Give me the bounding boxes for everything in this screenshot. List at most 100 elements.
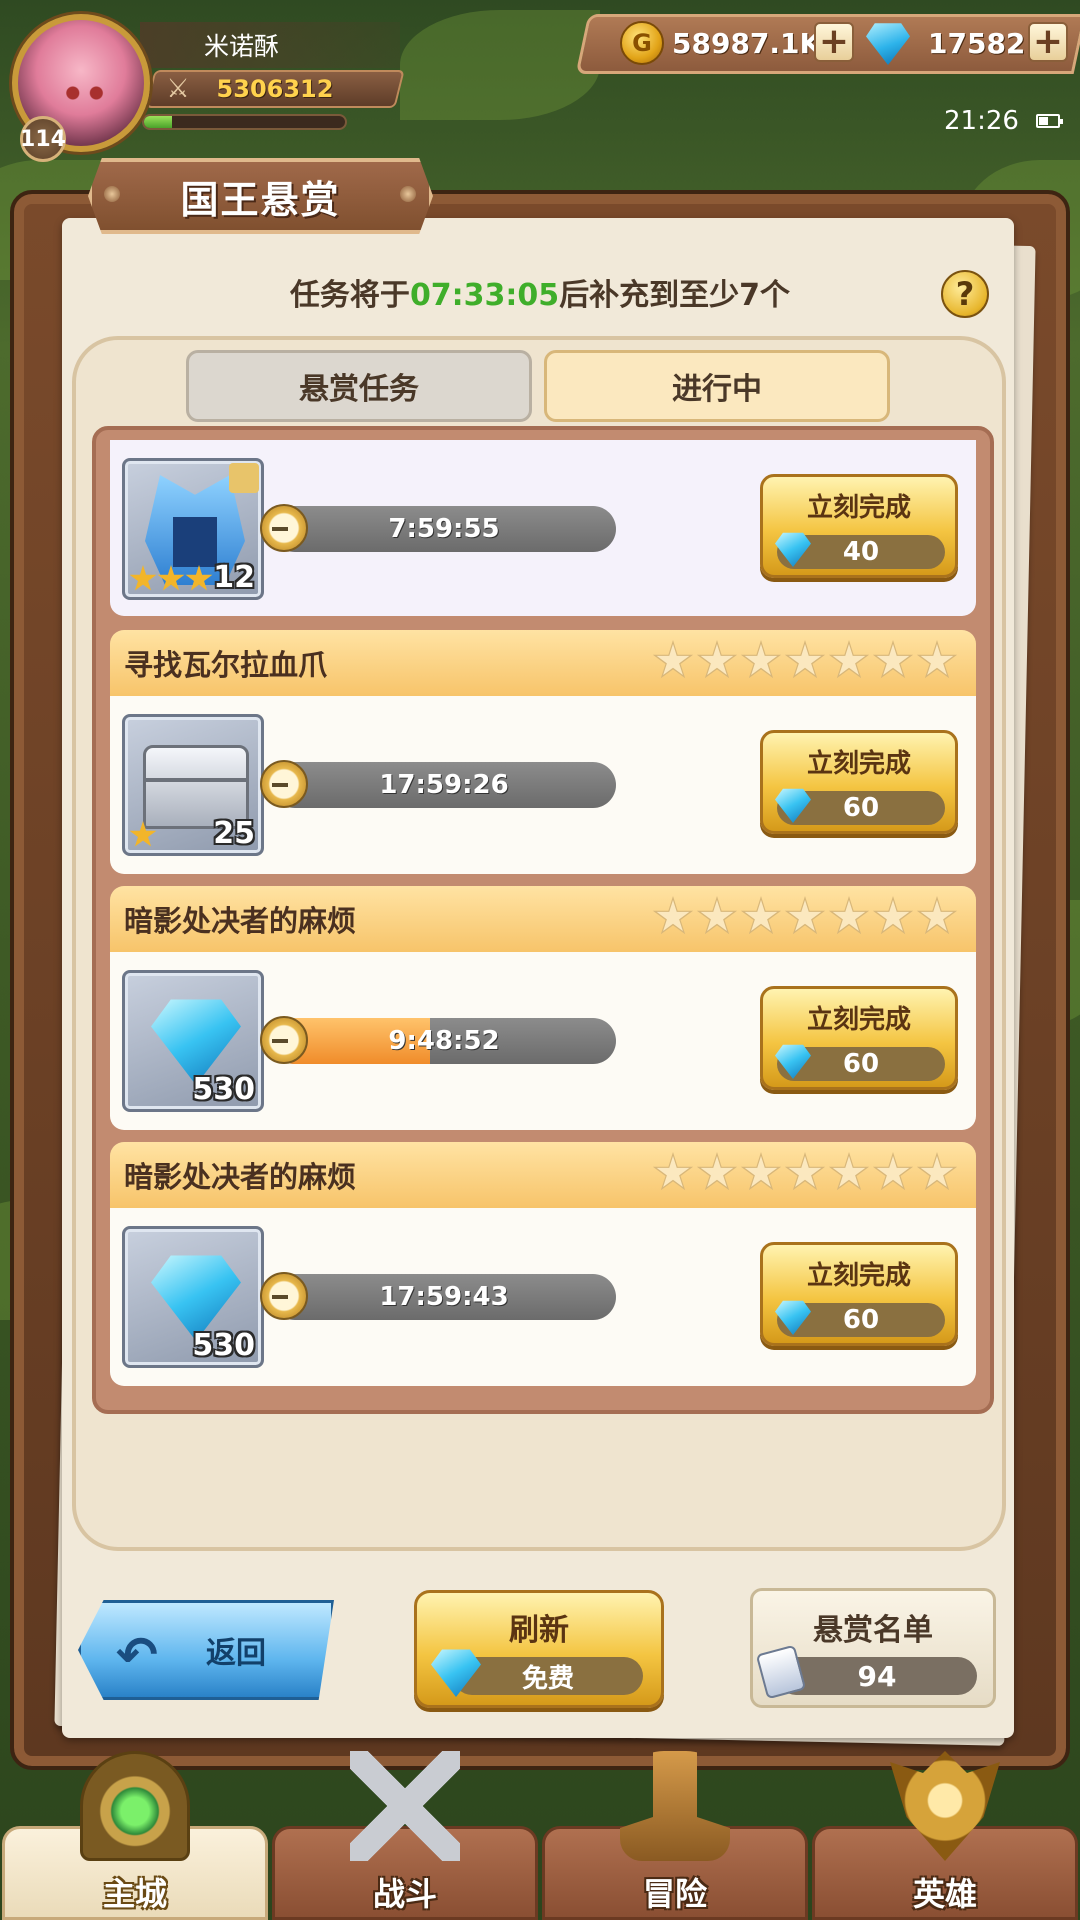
star-icon — [652, 896, 694, 935]
clock-icon — [260, 1016, 308, 1064]
nav-main-city[interactable]: 主城 — [2, 1751, 268, 1920]
gold-coin-icon: G — [620, 21, 664, 65]
reward-quantity: 12 — [213, 560, 255, 595]
player-name-banner: 米诺酥 — [140, 22, 400, 68]
quest-title: 暗影处决者的麻烦 — [124, 904, 357, 938]
tab-in-progress[interactable]: 进行中 — [544, 350, 890, 422]
instant-complete-button[interactable]: 立刻完成 60 — [760, 1242, 958, 1346]
star-icon — [740, 1152, 782, 1191]
refresh-countdown: 07:33:05 — [409, 278, 560, 313]
title-rivet — [400, 186, 416, 202]
gold-amount: 58987.1K — [672, 26, 822, 60]
hero-icon — [890, 1751, 1000, 1861]
star-icon — [129, 565, 157, 591]
star-icon — [185, 565, 213, 591]
refresh-suffix: 后补充到至少7个 — [559, 278, 791, 313]
tab-bounty-quests[interactable]: 悬赏任务 — [186, 350, 532, 422]
exp-bar — [142, 114, 347, 130]
star-icon — [740, 640, 782, 679]
star-icon — [828, 896, 870, 935]
reward-slot[interactable]: 12 — [122, 458, 264, 600]
city-icon — [80, 1751, 190, 1861]
nav-label: 英雄 — [912, 1875, 977, 1913]
instant-complete-button[interactable]: 立刻完成 60 — [760, 986, 958, 1090]
level-badge: 114 — [20, 116, 66, 162]
star-icon — [652, 1152, 694, 1191]
gem-amount: 17582 — [928, 26, 1026, 60]
star-icon — [828, 1152, 870, 1191]
refresh-cost: 免费 — [453, 1657, 643, 1695]
star-icon — [916, 896, 958, 935]
clock-icon — [260, 1272, 308, 1320]
reward-quantity: 530 — [192, 1328, 255, 1363]
star-icon — [157, 565, 185, 591]
quest-title: 寻找瓦尔拉血爪 — [124, 648, 328, 682]
star-icon — [872, 1152, 914, 1191]
instant-complete-button[interactable]: 立刻完成 60 — [760, 730, 958, 834]
roster-count: 94 — [777, 1657, 977, 1695]
background-leaf — [400, 10, 600, 120]
quest-progress-bar: 17:59:26 — [272, 762, 616, 808]
crossed-swords-icon: ⚔ — [166, 74, 190, 104]
star-icon — [784, 896, 826, 935]
star-icon — [696, 640, 738, 679]
instant-complete-label: 立刻完成 — [806, 493, 911, 523]
star-icon — [784, 1152, 826, 1191]
gem-display: 17582 — [866, 18, 1025, 68]
reward-slot[interactable]: 530 — [122, 1226, 264, 1368]
battery-icon — [1036, 114, 1063, 128]
puzzle-piece-icon — [229, 463, 259, 493]
nav-label: 战斗 — [372, 1875, 437, 1913]
bottom-nav: 主城 战斗 冒险 英雄 — [0, 1751, 1080, 1920]
bounty-roster-button[interactable]: 悬赏名单 94 — [750, 1588, 996, 1708]
clock-icon — [260, 504, 308, 552]
refresh-label: 刷新 — [509, 1613, 569, 1648]
quest-difficulty-stars — [652, 640, 958, 682]
item-rarity-stars — [129, 565, 213, 593]
page-title: 国王悬赏 — [88, 158, 433, 234]
quest-card: 25 17:59:26 立刻完成 60 — [110, 696, 976, 874]
quest-list[interactable]: 12 7:59:55 立刻完成 40 寻找瓦尔拉血爪 25 17:59:26 立… — [92, 426, 994, 1414]
reward-quantity: 25 — [213, 816, 255, 851]
quest-card: 12 7:59:55 立刻完成 40 — [110, 440, 976, 616]
quest-progress-bar: 7:59:55 — [272, 506, 616, 552]
quest-card-header: 暗影处决者的麻烦 — [110, 886, 976, 952]
star-icon — [872, 896, 914, 935]
quest-difficulty-stars — [652, 1152, 958, 1194]
avatar[interactable]: 114 — [6, 8, 156, 162]
clock-icon — [260, 760, 308, 808]
nav-label: 主城 — [102, 1875, 167, 1913]
star-icon — [916, 640, 958, 679]
quest-card: 530 17:59:43 立刻完成 60 — [110, 1208, 976, 1386]
star-icon — [784, 640, 826, 679]
refresh-timer-line: 任务将于07:33:05后补充到至少7个 — [100, 270, 980, 314]
instant-complete-label: 立刻完成 — [806, 749, 911, 779]
add-gems-button[interactable]: + — [1028, 22, 1068, 62]
quest-title: 暗影处决者的麻烦 — [124, 1160, 357, 1194]
nav-heroes[interactable]: 英雄 — [812, 1751, 1078, 1920]
star-icon — [916, 1152, 958, 1191]
quest-list-scroll[interactable]: 12 7:59:55 立刻完成 40 寻找瓦尔拉血爪 25 17:59:26 立… — [110, 440, 976, 1400]
add-gold-button[interactable]: + — [814, 22, 854, 62]
reward-slot[interactable]: 530 — [122, 970, 264, 1112]
refresh-button[interactable]: 刷新 免费 — [414, 1590, 664, 1708]
instant-complete-button[interactable]: 立刻完成 40 — [760, 474, 958, 578]
quest-card: 530 9:48:52 立刻完成 60 — [110, 952, 976, 1130]
help-button[interactable]: ? — [941, 270, 989, 318]
quest-card-header: 寻找瓦尔拉血爪 — [110, 630, 976, 696]
star-icon — [652, 640, 694, 679]
star-icon — [740, 896, 782, 935]
quest-card-header: 暗影处决者的麻烦 — [110, 1142, 976, 1208]
player-name: 米诺酥 — [204, 32, 280, 61]
reward-slot[interactable]: 25 — [122, 714, 264, 856]
clock: 21:26 — [944, 106, 1019, 136]
quest-difficulty-stars — [652, 896, 958, 938]
nav-adventure[interactable]: 冒险 — [542, 1751, 808, 1920]
nav-battle[interactable]: 战斗 — [272, 1751, 538, 1920]
quest-progress-bar: 17:59:43 — [272, 1274, 616, 1320]
star-icon — [828, 640, 870, 679]
refresh-prefix: 任务将于 — [289, 278, 410, 313]
title-rivet — [104, 186, 120, 202]
instant-complete-label: 立刻完成 — [806, 1005, 911, 1035]
nav-label: 冒险 — [642, 1875, 707, 1913]
